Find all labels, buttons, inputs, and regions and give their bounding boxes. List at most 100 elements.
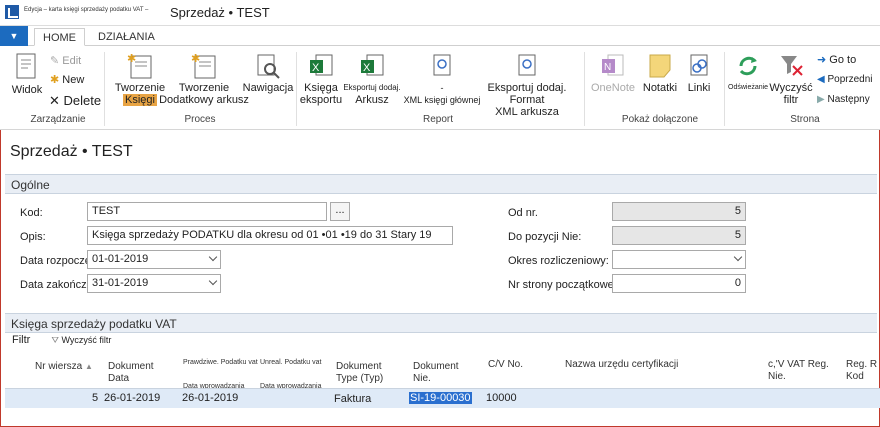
delete-button[interactable]: ✕ Delete (49, 93, 101, 109)
chevron-down-icon[interactable] (733, 252, 743, 262)
previous-button[interactable]: ◀ Poprzedni (817, 74, 873, 85)
create-extra-label-1: Tworzenie (178, 82, 230, 94)
cell-doc-no[interactable]: SI-19-00030 (409, 392, 472, 404)
column-doc-no-2: Nie. (413, 373, 431, 384)
clear-filter-icon (781, 56, 803, 76)
refresh-icon (739, 56, 757, 76)
ledger-section-header[interactable]: Księga sprzedaży podatku VAT (5, 313, 877, 333)
column-reg-code-1: Reg. R (846, 359, 878, 370)
column-doc-no-1: Dokument (413, 361, 459, 372)
from-number-label: Od nr. (508, 207, 538, 219)
end-date-field[interactable]: 31-01-2019 (87, 274, 221, 293)
export-book-button[interactable]: X Księga eksportu (298, 52, 344, 106)
new-label: New (62, 74, 85, 86)
filter-button[interactable]: Filtr (12, 334, 30, 346)
xml-icon (518, 54, 536, 76)
column-header-line-no[interactable]: Nr wiersza ▲ (35, 361, 93, 373)
links-button[interactable]: Linki (682, 52, 716, 94)
to-position-field: 5 (612, 226, 746, 245)
ribbon-tabstrip: ▼ HOME DZIAŁANIA (0, 26, 880, 46)
edit-label: Edit (62, 55, 82, 67)
column-doc-date-2: Data (108, 373, 130, 384)
create-extra-label-2: Dodatkowy arkusz (159, 94, 249, 106)
column-header-cv-no[interactable]: C/V No. (488, 359, 523, 371)
navigate-button[interactable]: Nawigacja (240, 52, 296, 94)
navigate-label: Nawigacja (242, 82, 294, 94)
new-button[interactable]: ✱ New (50, 73, 84, 86)
create-extra-sheet-button[interactable]: ✱ Tworzenie Dodatkowy arkusz (154, 52, 254, 106)
link-icon (690, 54, 708, 76)
column-header-reg-code[interactable]: Reg. R Kod (846, 359, 877, 383)
group-attached-label: Pokaż dołączone (621, 114, 699, 125)
general-section-header[interactable]: Ogólne (5, 174, 877, 194)
excel-icon: X (310, 54, 333, 76)
refresh-label: Odświeżanie (728, 84, 769, 91)
export-xml-label-1: Eksportuj dodaj. Format (487, 82, 567, 106)
export-additional-button[interactable]: X Eksportuj dodaj. Arkusz (340, 52, 404, 107)
column-header-doc-date[interactable]: Dokument Data (108, 361, 154, 385)
file-menu-button[interactable]: ▼ (0, 26, 28, 46)
sort-ascending-icon: ▲ (85, 362, 93, 371)
column-doc-type-1: Dokument (336, 361, 382, 372)
goto-button[interactable]: ➜ Go to (817, 53, 856, 66)
xml-icon (433, 54, 451, 76)
clear-filter-small-label: Wyczyść filtr (61, 335, 112, 345)
start-date-value: 01-01-2019 (92, 253, 149, 265)
cell-line-no[interactable]: 5 (92, 392, 98, 404)
export-additional-label-2: Arkusz (355, 94, 389, 106)
start-page-field[interactable]: 0 (612, 274, 746, 293)
excel-icon: X (361, 54, 384, 76)
cell-doc-date[interactable]: 26-01-2019 (104, 392, 160, 404)
cell-cv-no[interactable]: 10000 (486, 392, 517, 404)
export-xml-label-2: XML arkusza (495, 106, 559, 118)
svg-text:X: X (363, 62, 371, 74)
general-section-title: Ogólne (11, 178, 50, 192)
start-date-field[interactable]: 01-01-2019 (87, 250, 221, 269)
next-button[interactable]: ▶ Następny (817, 94, 870, 105)
code-field[interactable]: TEST (87, 202, 327, 221)
app-icon (5, 5, 19, 19)
code-lookup-button[interactable]: ... (330, 202, 350, 221)
clear-filter-small-button[interactable]: ⛛ Wyczyść filtr (51, 335, 111, 345)
page-title: Sprzedaż • TEST (10, 143, 133, 160)
onenote-label: OneNote (590, 82, 636, 94)
goto-label: Go to (829, 54, 857, 66)
settlement-period-label: Okres rozliczeniowy: (508, 255, 609, 267)
tab-home[interactable]: HOME (34, 28, 85, 46)
links-label: Linki (687, 82, 711, 94)
chevron-down-icon[interactable] (208, 252, 218, 262)
notes-button[interactable]: Notatki (640, 52, 680, 94)
export-book-label-2: eksportu (299, 94, 343, 106)
cell-real-vat-date[interactable]: 26-01-2019 (182, 392, 238, 404)
ledger-toolbar: Filtr ⛛ Wyczyść filtr (12, 334, 111, 346)
column-header-vat-reg[interactable]: c,'V VAT Reg. Nie. (768, 359, 829, 383)
export-xml-format-button[interactable]: Eksportuj dodaj. Format XML arkusza (470, 52, 584, 118)
column-header-doc-no[interactable]: Dokument Nie. (413, 361, 459, 385)
create-document-icon: ✱ (127, 53, 152, 79)
view-button[interactable]: Widok (10, 52, 44, 96)
view-icon (16, 53, 36, 79)
notes-label: Notatki (642, 82, 678, 94)
tab-actions[interactable]: DZIAŁANIA (90, 28, 163, 46)
refresh-button[interactable]: Odświeżanie (728, 52, 768, 94)
group-page-label: Strona (790, 114, 820, 125)
funnel-icon: ⛛ (51, 335, 59, 345)
edit-button[interactable]: ✎ Edit (50, 54, 81, 67)
arrow-right-icon: ➜ (817, 54, 827, 66)
export-additional-label-1: Eksportuj dodaj. (343, 83, 401, 92)
xml-main-label-1: - (440, 83, 444, 93)
ribbon-separator (296, 52, 297, 126)
description-field[interactable]: Księga sprzedaży PODATKU dla okresu od 0… (87, 226, 453, 245)
onenote-button[interactable]: N OneNote (588, 52, 638, 94)
export-book-label-1: Księga (304, 82, 338, 94)
code-label: Kod: (20, 207, 43, 219)
clear-filter-button[interactable]: Wyczyść filtr (766, 52, 816, 106)
window-small-title: Edycja – karta księgi sprzedaży podatku … (24, 7, 149, 13)
settlement-period-field[interactable] (612, 250, 746, 269)
column-header-doc-type[interactable]: Dokument Type (Typ) (336, 361, 383, 385)
column-header-cert-office[interactable]: Nazwa urzędu certyfikacji (565, 359, 678, 371)
triangle-left-icon: ◀ (817, 74, 825, 85)
chevron-down-icon[interactable] (208, 276, 218, 286)
column-real-vat-1: Prawdziwe. Podatku vat (183, 359, 258, 366)
cell-doc-type[interactable]: Faktura (334, 393, 371, 405)
